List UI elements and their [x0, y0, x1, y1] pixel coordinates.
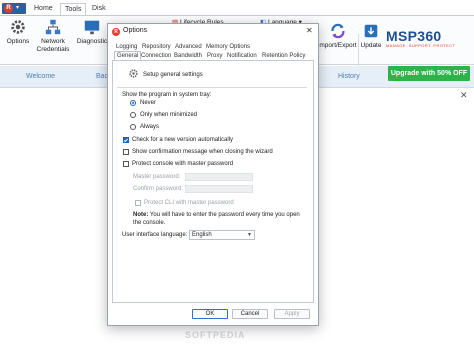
monitor-icon [84, 20, 100, 35]
note-bold: Note: [133, 212, 149, 218]
tab-proxy[interactable]: Proxy [207, 52, 222, 60]
confirm-password-label: Confirm password: [133, 186, 184, 192]
tab-repository[interactable]: Repository [142, 43, 171, 51]
tray-always-label: Always [140, 124, 160, 130]
master-password-label: Master password: [133, 174, 181, 180]
note-line-1: You will have to enter the password ever… [149, 212, 300, 218]
note-text: Note: You will have to enter the passwor… [133, 211, 300, 219]
network-credentials-button[interactable]: Network Credentials [36, 18, 70, 54]
nav-welcome[interactable]: Welcome [26, 66, 55, 88]
tray-never-radio[interactable] [130, 100, 136, 106]
apply-button[interactable]: Apply [274, 309, 310, 319]
gear-icon [11, 20, 25, 34]
chevron-down-icon: ▾ [16, 5, 20, 11]
tab-connection[interactable]: Connection [141, 52, 171, 60]
update-icon [364, 24, 378, 38]
app-logo-icon: R [112, 28, 120, 36]
tab-general[interactable]: General [114, 51, 142, 60]
protect-console-label: Protect console with master password [132, 161, 234, 167]
app-logo-icon: R [4, 4, 13, 13]
cancel-button[interactable]: Cancel [232, 309, 268, 319]
update-label: Update [360, 42, 382, 49]
show-confirmation-label: Show confirmation message when closing t… [132, 149, 273, 155]
tray-always-radio[interactable] [130, 124, 136, 130]
tab-memory-options[interactable]: Memory Options [206, 43, 250, 51]
chevron-down-icon: ▼ [247, 232, 252, 238]
panel-header: Setup general settings [143, 72, 203, 78]
tray-minimized-radio[interactable] [130, 112, 136, 118]
network-icon [45, 19, 61, 35]
note-line-2: the console. [133, 220, 166, 226]
close-icon[interactable]: ✕ [460, 90, 468, 101]
nav-history[interactable]: History [338, 66, 360, 88]
protect-cli-label: Protect CLI with master password [144, 200, 234, 206]
options-button[interactable]: Options [5, 18, 31, 46]
tray-minimized-label: Only when minimized [140, 112, 198, 118]
header-separator [117, 87, 307, 88]
brand-logo: MSP360 MANAGE. SUPPORT. PROTECT [386, 28, 472, 54]
diagnostic-button[interactable]: Diagnostic [76, 18, 108, 46]
tray-never-label: Never [140, 100, 157, 106]
sync-icon [331, 23, 345, 39]
tab-advanced[interactable]: Advanced [175, 43, 202, 51]
upgrade-button[interactable]: Upgrade with 50% OFF [388, 66, 470, 81]
diagnostic-label: Diagnostic [76, 38, 108, 45]
watermark: SOFTPEDIA [185, 330, 246, 340]
tray-label: Show the program in system tray: [122, 92, 212, 98]
tab-retention-policy[interactable]: Retention Policy [262, 52, 305, 60]
brand-logo-text: MSP360 [386, 28, 442, 44]
network-label-1: Network [41, 38, 65, 45]
import-export-label: mport/Export [319, 42, 357, 49]
language-select[interactable]: English ▼ [189, 230, 255, 240]
ok-button[interactable]: OK [192, 309, 228, 319]
check-version-label: Check for a new version automatically [132, 137, 234, 143]
dialog-titlebar: R Options ✕ [108, 24, 318, 39]
tab-logging[interactable]: Logging [116, 43, 137, 51]
brand-logo-tagline: MANAGE. SUPPORT. PROTECT [386, 43, 456, 48]
protect-cli-checkbox[interactable] [135, 200, 141, 206]
settings-gear-icon [129, 69, 138, 78]
network-label-2: Credentials [36, 46, 70, 53]
options-label: Options [6, 38, 30, 45]
tab-bandwidth[interactable]: Bandwidth [174, 52, 202, 60]
master-password-field[interactable] [185, 173, 253, 181]
dialog-title: Options [123, 27, 148, 34]
import-export-button[interactable]: mport/Export [318, 22, 358, 50]
language-value: English [192, 232, 212, 238]
quick-access-menu[interactable]: R ▾ [2, 3, 26, 14]
update-button[interactable]: Update [360, 22, 382, 50]
check-version-checkbox[interactable] [123, 137, 129, 143]
confirm-password-field[interactable] [185, 185, 253, 193]
close-icon[interactable]: ✕ [306, 26, 313, 35]
tab-notification[interactable]: Notification [227, 52, 257, 60]
show-confirmation-checkbox[interactable] [123, 149, 129, 155]
protect-console-checkbox[interactable] [123, 161, 129, 167]
language-label: User interface language: [122, 232, 188, 238]
